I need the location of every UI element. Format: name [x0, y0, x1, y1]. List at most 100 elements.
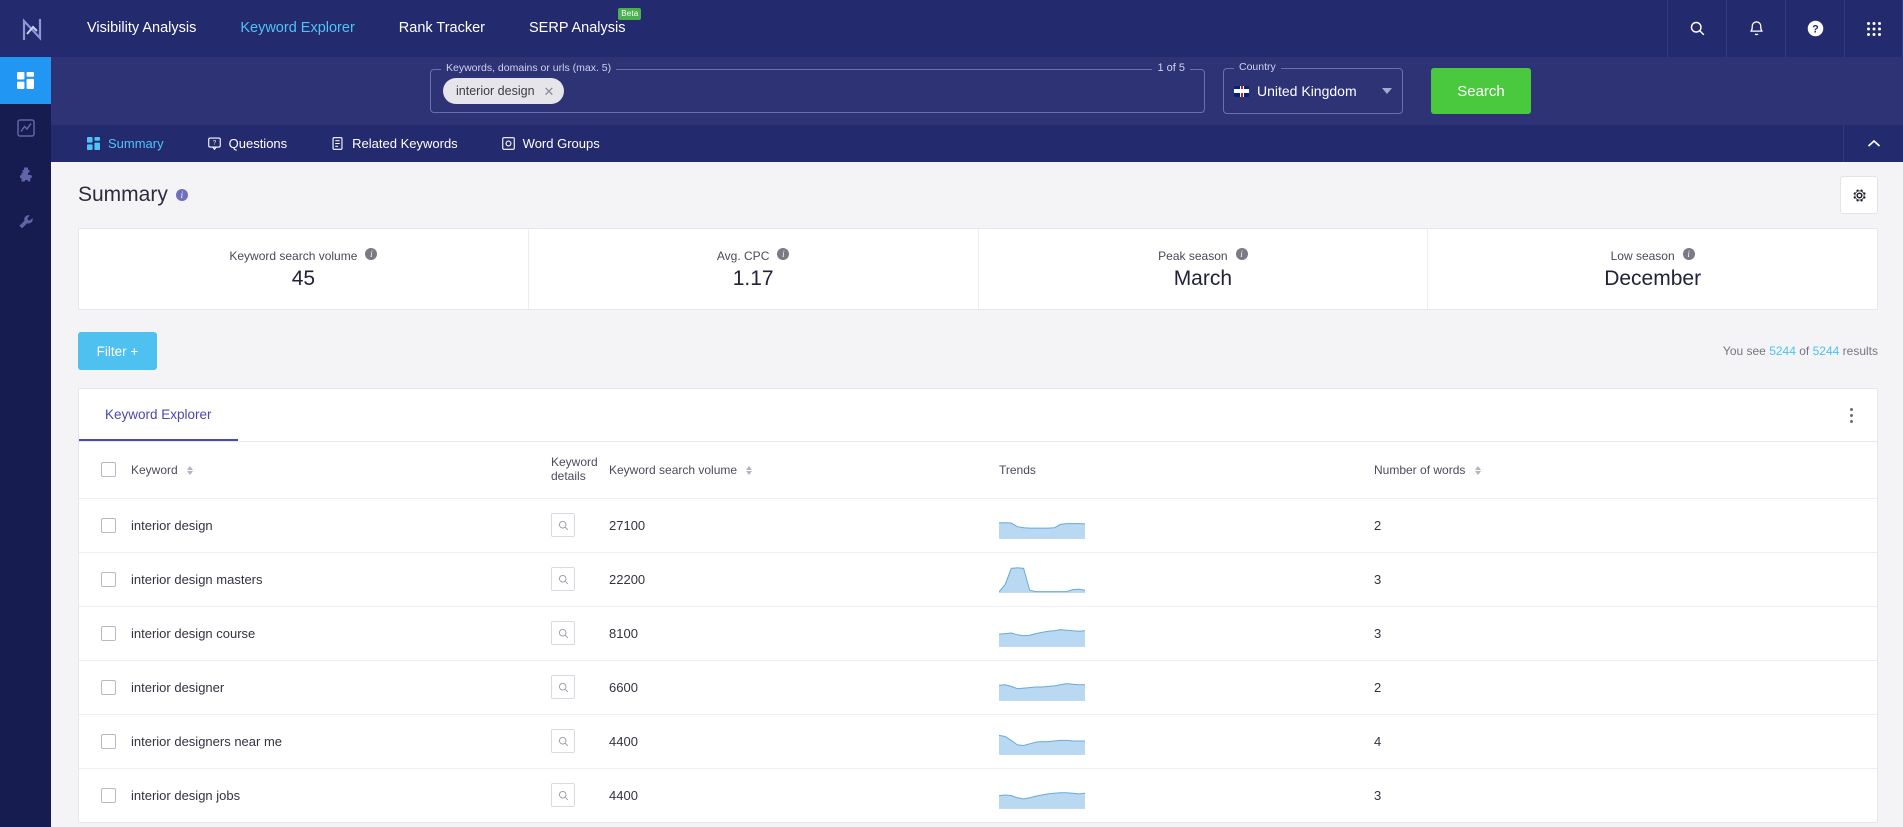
keyword-details-button[interactable] [551, 513, 575, 538]
row-checkbox[interactable] [101, 625, 116, 641]
info-icon[interactable]: i [365, 247, 378, 260]
collapse-panel-button[interactable] [1843, 125, 1903, 162]
info-icon[interactable]: i [1235, 247, 1248, 260]
settings-button[interactable] [1840, 176, 1878, 214]
row-checkbox[interactable] [101, 733, 116, 749]
brand-logo[interactable] [0, 0, 65, 57]
tab-summary[interactable]: Summary [65, 125, 186, 162]
info-icon[interactable]: i [175, 189, 188, 201]
row-checkbox[interactable] [101, 571, 116, 587]
cell-keyword-search-volume: 8100 [609, 625, 638, 641]
stat-value: March [1173, 266, 1233, 290]
cell-number-of-words: 3 [1374, 625, 1382, 641]
stat-card-keyword-search-volume: Keyword search volume i 45 [79, 229, 529, 309]
page-title-text: Summary [78, 183, 168, 206]
notifications-button[interactable] [1726, 0, 1785, 57]
tab-word-groups[interactable]: Word Groups [480, 125, 622, 162]
keyword-table: Keyword Keyword details Keyword search v… [79, 442, 1877, 822]
nav-link-keyword-explorer[interactable]: Keyword Explorer [218, 0, 376, 57]
chevron-down-icon [1382, 88, 1392, 94]
question-bubble-icon: ? [207, 137, 221, 150]
keywords-input-group[interactable]: Keywords, domains or urls (max. 5) 1 of … [430, 62, 1205, 113]
keyword-details-button[interactable] [551, 729, 575, 754]
filter-toolbar: Filter + You see 5244 of 5244 results [78, 332, 1878, 370]
info-icon[interactable]: i [1682, 247, 1695, 260]
keyword-details-button[interactable] [551, 621, 575, 646]
cell-keyword: interior design course [131, 625, 256, 641]
keyword-table-card: Keyword Explorer Keyword Keyword details… [78, 388, 1878, 824]
keyword-details-button[interactable] [551, 675, 575, 700]
table-row[interactable]: interior design masters 22200 3 [79, 552, 1877, 606]
keyword-details-button[interactable] [551, 567, 575, 592]
puzzle-icon [19, 167, 32, 181]
sidebar-item-dashboard[interactable] [0, 57, 51, 104]
cell-number-of-words: 4 [1374, 733, 1382, 749]
row-checkbox[interactable] [101, 679, 116, 695]
row-select-cell [79, 498, 131, 552]
table-row[interactable]: interior designers near me 4400 4 [79, 714, 1877, 768]
apps-button[interactable] [1844, 0, 1903, 57]
results-prefix: You see [1722, 344, 1766, 358]
tab-label: Questions [228, 136, 288, 151]
tab-questions[interactable]: ? Questions [186, 125, 310, 162]
tab-spacer [238, 389, 1825, 441]
cell-keyword: interior design masters [131, 571, 263, 587]
search-button[interactable] [1667, 0, 1726, 57]
country-select-legend: Country [1234, 61, 1281, 73]
sidebar-item-tools[interactable] [0, 198, 51, 245]
nav-link-rank-tracker[interactable]: Rank Tracker [377, 0, 507, 57]
column-label: Keyword details [551, 455, 598, 483]
beta-badge: Beta [618, 8, 642, 20]
keyword-details-button[interactable] [551, 783, 575, 808]
cell-keyword: interior design jobs [131, 787, 241, 803]
select-all-checkbox[interactable] [101, 462, 116, 478]
search-icon [558, 790, 568, 801]
nav-link-label: Keyword Explorer [240, 20, 355, 36]
table-row[interactable]: interior designer 6600 2 [79, 660, 1877, 714]
row-checkbox[interactable] [101, 787, 116, 803]
grid-squares-icon [87, 137, 100, 150]
trend-sparkline [999, 522, 1085, 540]
sort-icon [187, 466, 194, 476]
keyword-chip-label: interior design [456, 84, 535, 98]
column-keyword-search-volume[interactable]: Keyword search volume [609, 442, 999, 498]
column-keyword-details: Keyword details [551, 442, 609, 498]
nav-link-label: Rank Tracker [398, 20, 486, 36]
help-button[interactable]: ? [1785, 0, 1844, 57]
stat-label: Low season i [1611, 247, 1695, 263]
tab-related-keywords[interactable]: Related Keywords [309, 125, 480, 162]
kebab-menu-icon [1849, 407, 1853, 411]
nav-link-visibility-analysis[interactable]: Visibility Analysis [65, 0, 218, 57]
table-row[interactable]: interior design jobs 4400 3 [79, 768, 1877, 822]
filter-button[interactable]: Filter + [78, 332, 157, 370]
keyword-chip[interactable]: interior design ✕ [443, 78, 565, 104]
tab-keyword-explorer[interactable]: Keyword Explorer [79, 389, 238, 441]
search-submit-button[interactable]: Search [1431, 68, 1531, 114]
uk-flag-icon [1234, 85, 1249, 97]
country-select[interactable]: Country United Kingdom [1223, 61, 1403, 114]
apps-grid-icon [1866, 21, 1881, 36]
sidebar-item-integrations[interactable] [0, 151, 51, 198]
info-icon[interactable]: i [777, 247, 790, 260]
close-icon[interactable]: ✕ [544, 85, 555, 98]
stat-value: 45 [291, 266, 316, 290]
table-row[interactable]: interior design course 8100 3 [79, 606, 1877, 660]
table-menu-button[interactable] [1825, 389, 1877, 441]
trend-sparkline [999, 683, 1085, 702]
sidebar-item-analytics[interactable] [0, 104, 51, 151]
app-root: Visibility Analysis Keyword Explorer Ran… [0, 0, 1903, 827]
column-label: Keyword search volume [609, 462, 738, 477]
table-row[interactable]: interior design 27100 2 [79, 498, 1877, 552]
column-keyword[interactable]: Keyword [131, 442, 551, 498]
cell-keyword: interior design [131, 517, 213, 533]
cell-number-of-words: 2 [1374, 679, 1382, 695]
cell-keyword-search-volume: 4400 [609, 733, 638, 749]
tab-label: Word Groups [522, 136, 600, 151]
stat-label-text: Peak season [1158, 248, 1228, 263]
row-checkbox[interactable] [101, 517, 116, 533]
left-sidebar [0, 57, 51, 827]
nav-link-serp-analysis[interactable]: SERP Analysis Beta [507, 0, 647, 57]
column-number-of-words[interactable]: Number of words [1374, 442, 1877, 498]
stat-label: Keyword search volume i [229, 247, 378, 263]
tab-label: Summary [108, 136, 164, 151]
